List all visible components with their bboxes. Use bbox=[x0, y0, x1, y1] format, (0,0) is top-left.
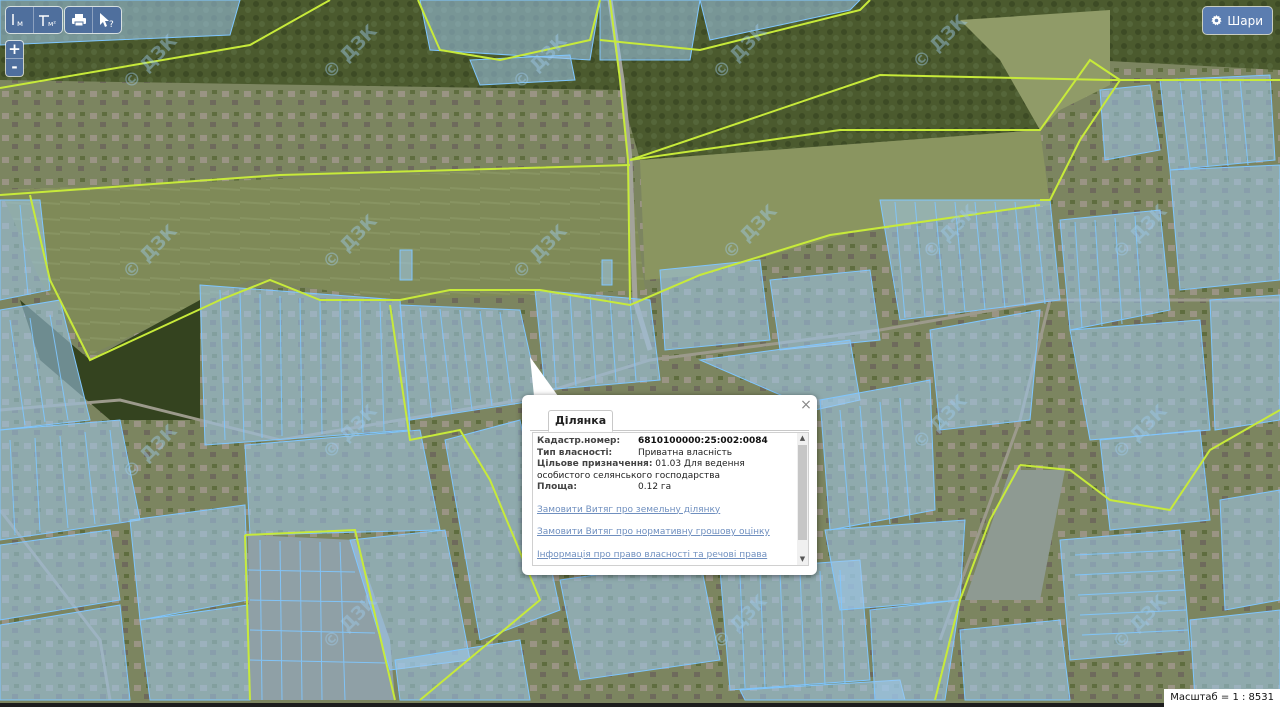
layers-button-label: Шари bbox=[1227, 13, 1263, 28]
measure-length-button[interactable]: м bbox=[6, 7, 34, 33]
map-scale: Масштаб = 1 : 8531 bbox=[1164, 689, 1280, 707]
tools-toolbar: ? bbox=[65, 7, 121, 33]
cadastral-label: Кадастр.номер: bbox=[537, 436, 621, 446]
identify-button[interactable]: ? bbox=[93, 7, 121, 33]
purpose-row: Цільове призначення: 01.03 Для ведення о… bbox=[537, 459, 793, 482]
popup-content: Кадастр.номер: 6810100000:25:002:0084 Ти… bbox=[537, 436, 793, 565]
popup-links: Замовити Витяг про земельну ділянку Замо… bbox=[537, 505, 793, 561]
printer-icon bbox=[71, 14, 86, 27]
scroll-down-icon[interactable]: ▼ bbox=[797, 554, 808, 565]
ruler-area-icon: м² bbox=[39, 15, 56, 28]
purpose-label: Цільове призначення: bbox=[537, 459, 653, 469]
popup-scrollbar[interactable]: ▲ ▼ bbox=[797, 433, 808, 565]
popup-body[interactable]: Кадастр.номер: 6810100000:25:002:0084 Ти… bbox=[532, 432, 809, 566]
map-canvas[interactable]: © ДЗК © ДЗК © ДЗК © ДЗК © ДЗК © ДЗК © ДЗ… bbox=[0, 0, 1280, 707]
cadastral-row: Кадастр.номер: 6810100000:25:002:0084 bbox=[537, 436, 793, 448]
measure-area-button[interactable]: м² bbox=[34, 7, 62, 33]
parcel-info-popup: × Ділянка Кадастр.номер: 6810100000:25:0… bbox=[522, 395, 817, 575]
popup-tabs: Ділянка bbox=[530, 410, 809, 432]
cursor-question-icon: ? bbox=[100, 13, 114, 28]
order-parcel-extract-link[interactable]: Замовити Витяг про земельну ділянку bbox=[537, 505, 793, 516]
ownership-info-link[interactable]: Інформація про право власності та речові… bbox=[537, 550, 793, 561]
bottom-strip bbox=[0, 703, 1280, 707]
popup-pointer bbox=[530, 357, 558, 396]
tab-parcel[interactable]: Ділянка bbox=[548, 410, 614, 432]
ownership-row: Тип власності: Приватна власність bbox=[537, 448, 793, 460]
ownership-value: Приватна власність bbox=[638, 447, 733, 458]
cadastral-value: 6810100000:25:002:0084 bbox=[638, 436, 768, 446]
order-valuation-extract-link[interactable]: Замовити Витяг про нормативну грошову оц… bbox=[537, 527, 793, 538]
svg-text:м: м bbox=[17, 19, 23, 28]
area-row: Площа: 0.12 га bbox=[537, 482, 793, 494]
svg-text:м²: м² bbox=[48, 20, 56, 28]
area-label: Площа: bbox=[537, 482, 577, 492]
scrollbar-thumb[interactable] bbox=[798, 445, 807, 540]
ruler-length-icon: м bbox=[11, 14, 23, 28]
svg-text:?: ? bbox=[109, 20, 114, 28]
zoom-out-button[interactable]: - bbox=[6, 58, 23, 76]
layers-button[interactable]: Шари bbox=[1203, 7, 1272, 34]
zoom-in-button[interactable]: + bbox=[6, 41, 23, 58]
measure-toolbar: м м² bbox=[6, 7, 62, 33]
ownership-label: Тип власності: bbox=[537, 447, 613, 458]
zoom-control: + - bbox=[6, 41, 23, 76]
gear-icon bbox=[1211, 15, 1223, 26]
area-value: 0.12 га bbox=[638, 482, 672, 492]
scroll-up-icon[interactable]: ▲ bbox=[797, 433, 808, 444]
print-button[interactable] bbox=[65, 7, 93, 33]
